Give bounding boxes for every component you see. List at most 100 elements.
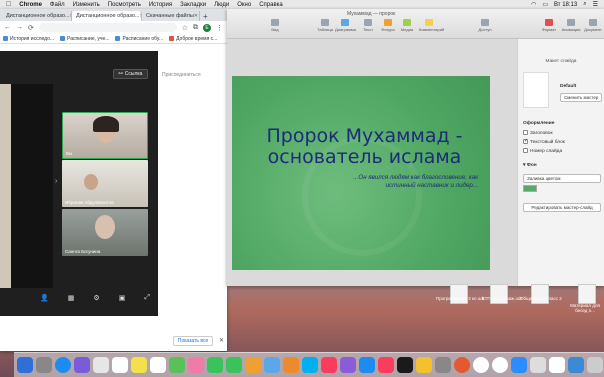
notes-icon[interactable] xyxy=(131,357,147,373)
firefox-icon[interactable] xyxy=(454,357,470,373)
desktop-file-icon[interactable] xyxy=(578,284,596,304)
checkbox[interactable] xyxy=(523,148,528,153)
battery-icon[interactable]: ▭ xyxy=(542,1,548,8)
reload-icon[interactable]: ⟳ xyxy=(28,24,34,32)
grid-view-icon[interactable]: ▦ xyxy=(68,294,75,302)
toolbar-table[interactable]: Таблица xyxy=(315,19,335,32)
forward-icon[interactable]: → xyxy=(16,24,23,31)
contacts-icon[interactable] xyxy=(93,357,109,373)
extension-icon[interactable]: ⧉ xyxy=(193,24,198,32)
participant-tile[interactable]: Вы xyxy=(62,112,148,159)
toolbar-view[interactable]: Вид xyxy=(265,19,285,32)
star-icon[interactable]: ☆ xyxy=(182,24,188,32)
toolbar-text[interactable]: Текст xyxy=(358,19,378,32)
slide-subtitle[interactable]: ...Он явился людям как благословение, ка… xyxy=(348,174,478,190)
desktop-file-icon[interactable] xyxy=(450,284,468,304)
browser-tab-active[interactable]: Дистанционное образо...✕ xyxy=(72,11,142,21)
new-tab-button[interactable]: + xyxy=(203,12,208,21)
join-label[interactable]: Присоединиться xyxy=(162,72,201,78)
textedit-icon[interactable] xyxy=(549,357,565,373)
back-icon[interactable]: ← xyxy=(4,24,11,31)
wifi-icon[interactable]: ◠ xyxy=(531,1,536,8)
podcasts-icon[interactable] xyxy=(340,357,356,373)
clock[interactable]: Вт 18:13 xyxy=(554,2,577,8)
toolbar-format[interactable]: Формат xyxy=(539,19,559,32)
menu-chrome[interactable]: Chrome xyxy=(19,2,42,8)
chevron-right-icon[interactable]: › xyxy=(55,178,57,185)
launchpad-icon[interactable] xyxy=(36,357,52,373)
pages-icon[interactable] xyxy=(283,357,299,373)
bookmark-item[interactable]: Расписание обу... xyxy=(115,36,163,42)
maps-icon[interactable] xyxy=(169,357,185,373)
fullscreen-icon[interactable]: ⤢ xyxy=(144,294,150,302)
toolbar-comment[interactable]: Комментарий xyxy=(419,19,444,32)
menu-edit[interactable]: Изменить xyxy=(73,2,100,8)
slide-title[interactable]: Пророк Мухаммад - основатель ислама xyxy=(247,126,482,168)
menu-history[interactable]: История xyxy=(149,2,172,8)
facetime-icon[interactable] xyxy=(207,357,223,373)
bookmark-item[interactable]: Расписание, уче... xyxy=(60,36,109,42)
share-screen-icon[interactable]: ▣ xyxy=(119,294,126,302)
browser-tab[interactable]: Дистанционное образо...✕ xyxy=(2,11,72,21)
keynote-icon[interactable] xyxy=(245,357,261,373)
change-master-button[interactable]: Сменить мастер xyxy=(560,93,603,102)
toolbar-document[interactable]: Документ xyxy=(583,19,603,32)
chrome-icon[interactable] xyxy=(492,357,508,373)
copy-link-button[interactable]: ⚯ Ссылка xyxy=(113,69,148,79)
show-all-button[interactable]: Показать все xyxy=(173,336,213,346)
safari-icon[interactable] xyxy=(55,357,71,373)
books-icon[interactable] xyxy=(378,357,394,373)
messages-icon[interactable] xyxy=(226,357,242,373)
toolbar-share[interactable]: Доступ xyxy=(475,19,495,32)
zoom-icon[interactable] xyxy=(511,357,527,373)
control-center-icon[interactable]: ☰ xyxy=(593,1,598,8)
layout-thumbnail[interactable] xyxy=(523,72,549,108)
checkbox[interactable] xyxy=(523,130,528,135)
participant-tile[interactable]: Ибрагим Абдулвахитов xyxy=(62,160,148,207)
trash-icon[interactable] xyxy=(587,357,603,373)
menu-window[interactable]: Окно xyxy=(237,2,251,8)
reminders-icon[interactable] xyxy=(150,357,166,373)
menu-file[interactable]: Файл xyxy=(50,2,65,8)
finder-icon[interactable] xyxy=(17,357,33,373)
option-title[interactable]: Заголовок xyxy=(523,130,553,136)
music-icon[interactable] xyxy=(321,357,337,373)
photos-icon[interactable] xyxy=(188,357,204,373)
menu-people[interactable]: Люди xyxy=(214,2,229,8)
calendar-icon[interactable] xyxy=(112,357,128,373)
toolbar-shape[interactable]: Фигура xyxy=(378,19,398,32)
downloads-folder-icon[interactable] xyxy=(568,357,584,373)
apple-menu-icon[interactable]:  xyxy=(6,1,11,8)
yandex-icon[interactable] xyxy=(473,357,489,373)
toolbar-media[interactable]: Медиа xyxy=(397,19,417,32)
siri-icon[interactable] xyxy=(74,357,90,373)
menu-view[interactable]: Посмотреть xyxy=(108,2,141,8)
menu-help[interactable]: Справка xyxy=(259,2,283,8)
checkbox-checked[interactable] xyxy=(523,138,528,144)
option-slide-number[interactable]: Номер слайда xyxy=(523,148,562,154)
participants-icon[interactable]: 👤 xyxy=(40,294,49,302)
close-icon[interactable]: ✕ xyxy=(194,13,198,19)
close-icon[interactable]: ✕ xyxy=(219,337,224,344)
fill-select[interactable]: Заливка цветом xyxy=(523,174,601,183)
preferences-icon[interactable] xyxy=(435,357,451,373)
preview-icon[interactable] xyxy=(530,357,546,373)
bookmark-item[interactable]: История исследо... xyxy=(3,36,54,42)
stocks-icon[interactable] xyxy=(397,357,413,373)
url-input[interactable] xyxy=(38,23,177,32)
toolbar-animate[interactable]: Анимация xyxy=(561,19,581,32)
participant-tile[interactable]: Саннга Богунина xyxy=(62,209,148,256)
settings-icon[interactable]: ⚙ xyxy=(93,294,99,302)
desktop-file-icon[interactable] xyxy=(490,284,508,304)
edit-master-button[interactable]: Редактировать мастер-слайд xyxy=(523,203,601,212)
browser-tab[interactable]: Скачанные файлы ✕ xyxy=(142,11,200,21)
profile-avatar[interactable]: E xyxy=(203,23,211,32)
slide[interactable]: Пророк Мухаммад - основатель ислама ...О… xyxy=(232,76,490,270)
skype-icon[interactable] xyxy=(302,357,318,373)
search-icon[interactable]: ⌕ xyxy=(583,1,586,8)
color-well[interactable] xyxy=(523,185,537,192)
more-icon[interactable]: ⋮ xyxy=(216,24,223,32)
menu-bookmarks[interactable]: Закладки xyxy=(180,2,206,8)
option-textblock[interactable]: Текстовый блок xyxy=(523,138,565,145)
toolbar-chart[interactable]: Диаграмма xyxy=(335,19,356,32)
